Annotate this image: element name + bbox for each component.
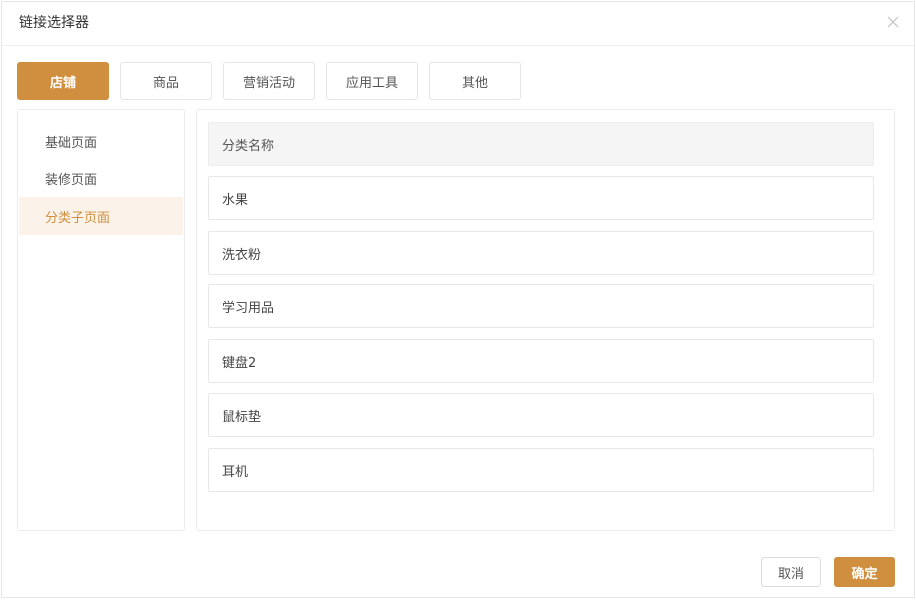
column-header-category-name: 分类名称 <box>208 122 874 166</box>
cancel-button[interactable]: 取消 <box>761 557 821 587</box>
sidebar-item-decoration-pages[interactable]: 装修页面 <box>19 159 183 197</box>
category-list-panel: 分类名称 水果 洗衣粉 学习用品 键盘2 鼠标垫 耳机 <box>196 109 895 531</box>
dialog-header: 链接选择器 <box>2 2 914 46</box>
tab-marketing[interactable]: 营销活动 <box>223 62 315 100</box>
list-item[interactable]: 耳机 <box>208 448 874 492</box>
tab-app-tools[interactable]: 应用工具 <box>326 62 418 100</box>
list-item[interactable]: 鼠标垫 <box>208 393 874 437</box>
page-type-sidebar: 基础页面 装修页面 分类子页面 <box>17 109 185 531</box>
tab-shop[interactable]: 店铺 <box>17 62 109 100</box>
list-item[interactable]: 洗衣粉 <box>208 231 874 275</box>
dialog-title: 链接选择器 <box>19 15 89 31</box>
list-item[interactable]: 键盘2 <box>208 339 874 383</box>
close-icon[interactable] <box>885 14 901 30</box>
sidebar-item-category-subpages[interactable]: 分类子页面 <box>19 197 183 235</box>
list-item[interactable]: 水果 <box>208 176 874 220</box>
tab-goods[interactable]: 商品 <box>120 62 212 100</box>
confirm-button[interactable]: 确定 <box>834 557 895 587</box>
list-item[interactable]: 学习用品 <box>208 284 874 328</box>
tab-other[interactable]: 其他 <box>429 62 521 100</box>
sidebar-item-basic-pages[interactable]: 基础页面 <box>19 122 183 160</box>
